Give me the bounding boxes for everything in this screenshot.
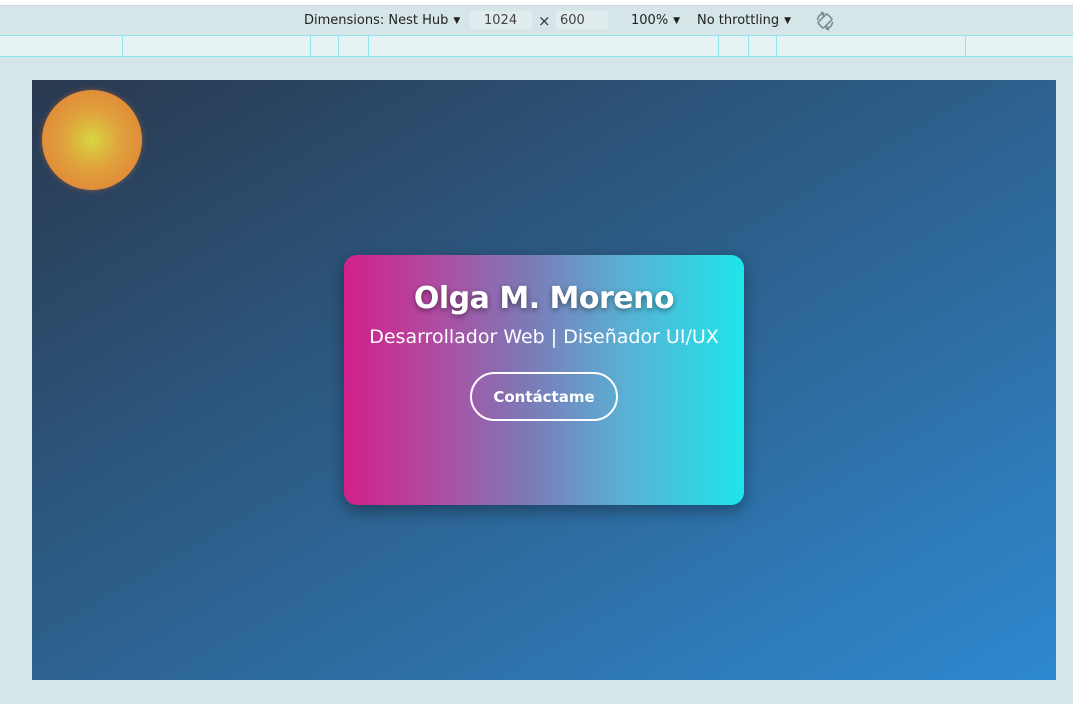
ruler-tick (368, 36, 369, 56)
chevron-down-icon: ▼ (673, 16, 681, 26)
ruler-tick (310, 36, 311, 56)
zoom-dropdown[interactable]: 100% ▼ (631, 13, 680, 29)
ruler-tick (122, 36, 123, 56)
throttling-label: No throttling (697, 13, 780, 28)
chevron-down-icon: ▼ (453, 16, 461, 26)
rotate-icon[interactable] (814, 10, 836, 32)
ruler-tick (776, 36, 777, 56)
zoom-label: 100% (631, 13, 669, 28)
profile-role: Desarrollador Web | Diseñador UI/UX (369, 326, 719, 348)
ruler-tick (748, 36, 749, 56)
ruler-tick (718, 36, 719, 56)
viewport-width-input[interactable] (470, 11, 532, 30)
device-dimensions-dropdown[interactable]: Dimensions: Nest Hub ▼ (304, 13, 460, 29)
page-viewport: Olga M. Moreno Desarrollador Web | Diseñ… (32, 80, 1056, 680)
contact-button[interactable]: Contáctame (470, 372, 618, 421)
sun-decoration (42, 90, 142, 190)
device-dimensions-label: Dimensions: Nest Hub (304, 13, 449, 28)
throttling-dropdown[interactable]: No throttling ▼ (697, 13, 791, 29)
ruler-tick (338, 36, 339, 56)
profile-name: Olga M. Moreno (413, 281, 675, 316)
media-query-ruler[interactable] (0, 35, 1073, 57)
ruler-tick (965, 36, 966, 56)
dimension-separator: × (538, 12, 551, 30)
profile-card: Olga M. Moreno Desarrollador Web | Diseñ… (344, 255, 744, 505)
chevron-down-icon: ▼ (784, 16, 791, 26)
viewport-height-input[interactable] (556, 11, 608, 30)
device-toolbar: Dimensions: Nest Hub ▼ × 100% ▼ No throttl… (0, 6, 1073, 35)
